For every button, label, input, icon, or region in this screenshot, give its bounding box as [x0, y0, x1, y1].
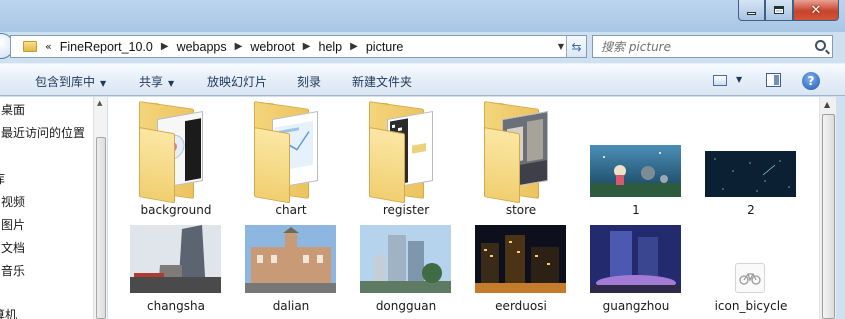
search-input[interactable] — [601, 39, 806, 54]
maximize-icon — [774, 6, 784, 14]
content-scrollbar-thumb[interactable] — [822, 114, 835, 319]
chevron-right-icon[interactable]: ▶ — [161, 41, 169, 52]
file-label: dongguan — [375, 299, 437, 313]
view-icon[interactable] — [713, 75, 727, 86]
chevron-right-icon[interactable]: ▶ — [235, 41, 243, 52]
burn-button[interactable]: 刻录 — [297, 73, 321, 90]
folder-icon — [23, 41, 37, 52]
close-button[interactable]: ✕ — [793, 0, 839, 21]
address-bar[interactable]: « FineReport_10.0 ▶ webapps ▶ webroot ▶ … — [10, 35, 587, 58]
preview-pane-icon[interactable] — [766, 73, 781, 87]
image-thumbnail — [130, 225, 221, 293]
minimize-button[interactable] — [738, 0, 765, 21]
navigation-pane: 桌面 最近访问的位置 库 视频 图片 文档 音乐 算机 — [0, 97, 93, 319]
content-scrollbar[interactable]: ▲ — [819, 97, 836, 319]
file-item-icon-bicycle[interactable]: icon_bicycle — [696, 223, 806, 319]
bicycle-icon — [735, 263, 765, 293]
share-label: 共享 — [139, 75, 164, 89]
file-item-guangzhou[interactable]: guangzhou — [581, 223, 691, 319]
window-controls: ✕ — [738, 0, 839, 21]
crumb-webapps[interactable]: webapps — [177, 40, 227, 54]
crumb-help[interactable]: help — [319, 40, 343, 54]
file-label: 1 — [632, 203, 640, 217]
file-label: changsha — [147, 299, 205, 313]
file-label: register — [382, 203, 430, 217]
nav-item-documents[interactable]: 文档 — [1, 239, 25, 256]
file-item-changsha[interactable]: changsha — [121, 223, 231, 319]
chevron-right-icon[interactable]: ▶ — [303, 41, 311, 52]
image-thumbnail — [245, 225, 336, 293]
include-library-label: 包含到库中 — [35, 75, 96, 89]
chevron-right-icon[interactable]: ▶ — [350, 41, 358, 52]
file-item-1[interactable]: 1 — [581, 105, 691, 217]
nav-scrollbar-thumb[interactable] — [96, 137, 106, 319]
nav-item-videos[interactable]: 视频 — [1, 193, 25, 210]
file-label: eerduosi — [495, 299, 547, 313]
file-label: store — [505, 203, 537, 217]
image-thumbnail — [590, 145, 681, 197]
command-bar: 包含到库中 ▼ 共享 ▼ 放映幻灯片 刻录 新建文件夹 ▼ ? — [0, 63, 845, 96]
nav-item-recent[interactable]: 最近访问的位置 — [1, 124, 85, 141]
maximize-button[interactable] — [765, 0, 793, 21]
file-label: guangzhou — [602, 299, 670, 313]
address-row: « FineReport_10.0 ▶ webapps ▶ webroot ▶ … — [0, 32, 845, 60]
refresh-icon: ⇆ — [571, 39, 582, 54]
crumb-picture[interactable]: picture — [366, 40, 404, 54]
crumb-finereport[interactable]: FineReport_10.0 — [60, 40, 153, 54]
scroll-up-icon[interactable]: ▲ — [824, 100, 830, 109]
file-item-background[interactable]: background — [121, 101, 231, 217]
slideshow-button[interactable]: 放映幻灯片 — [207, 73, 267, 90]
image-thumbnail — [360, 225, 451, 293]
close-icon: ✕ — [810, 2, 822, 18]
search-box[interactable] — [592, 35, 833, 58]
share-button[interactable]: 共享 ▼ — [139, 73, 174, 90]
nav-item-desktop[interactable]: 桌面 — [1, 101, 25, 118]
file-item-store[interactable]: store — [466, 101, 576, 217]
window-border — [836, 97, 845, 319]
title-bar: ✕ — [0, 0, 845, 32]
include-library-button[interactable]: 包含到库中 ▼ — [35, 73, 106, 90]
image-thumbnail — [475, 225, 566, 293]
help-icon[interactable]: ? — [802, 72, 820, 90]
nav-scrollbar[interactable]: ▲ — [93, 97, 107, 319]
folder-icon — [484, 101, 554, 204]
nav-item-libraries[interactable]: 库 — [0, 170, 5, 187]
nav-item-music[interactable]: 音乐 — [1, 262, 25, 279]
file-item-register[interactable]: register — [351, 101, 461, 217]
search-icon[interactable] — [815, 40, 826, 51]
file-label: icon_bicycle — [714, 299, 788, 313]
chevron-down-icon: ▼ — [100, 79, 107, 88]
file-item-dalian[interactable]: dalian — [236, 223, 346, 319]
new-folder-button[interactable]: 新建文件夹 — [352, 73, 412, 90]
folder-icon — [254, 101, 324, 204]
nav-item-computer[interactable]: 算机 — [0, 306, 17, 319]
image-thumbnail — [705, 151, 796, 197]
file-label: dalian — [272, 299, 310, 313]
file-label: 2 — [747, 203, 755, 217]
file-list: background chart register store 1 2 chan… — [108, 97, 819, 319]
crumb-webroot[interactable]: webroot — [250, 40, 294, 54]
refresh-button[interactable]: ⇆ — [566, 36, 586, 57]
chevron-down-icon[interactable]: ▼ — [558, 42, 564, 51]
file-item-eerduosi[interactable]: eerduosi — [466, 223, 576, 319]
file-item-chart[interactable]: chart — [236, 101, 346, 217]
crumb-overflow[interactable]: « — [45, 40, 52, 53]
chevron-down-icon: ▼ — [168, 79, 175, 88]
scroll-up-icon[interactable]: ▲ — [97, 99, 102, 107]
folder-icon — [369, 101, 439, 204]
minimize-icon — [747, 11, 756, 15]
folder-icon — [139, 101, 209, 204]
image-thumbnail — [590, 225, 681, 293]
file-label: background — [140, 203, 212, 217]
file-item-2[interactable]: 2 — [696, 105, 806, 217]
chevron-down-icon[interactable]: ▼ — [736, 75, 742, 84]
nav-item-pictures[interactable]: 图片 — [1, 216, 25, 233]
file-label: chart — [275, 203, 307, 217]
file-item-dongguan[interactable]: dongguan — [351, 223, 461, 319]
